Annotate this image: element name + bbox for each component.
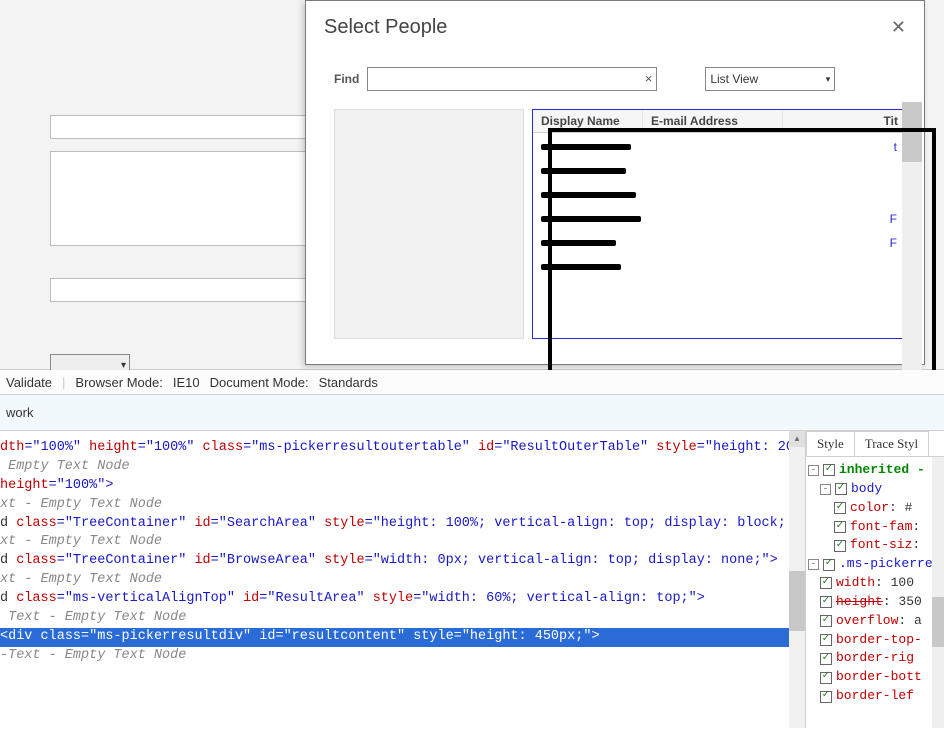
- results-table[interactable]: Display Name E-mail Address Tit t F F: [532, 109, 906, 339]
- redacted-name: [541, 264, 621, 270]
- people-picker-dialog: Select People ✕ Find × List View ▾ Displ…: [305, 0, 925, 365]
- validate-button[interactable]: Validate: [6, 375, 52, 390]
- browser-mode-value[interactable]: IE10: [173, 375, 200, 390]
- find-row: Find × List View ▾: [334, 67, 906, 91]
- dialog-header: Select People ✕: [306, 1, 924, 47]
- scroll-up-icon[interactable]: ▴: [789, 431, 805, 447]
- dialog-title: Select People: [324, 16, 447, 39]
- style-tree[interactable]: -✓inherited - b-✓body✓color: #✓font-fam:…: [806, 457, 944, 710]
- table-header: Display Name E-mail Address Tit: [533, 110, 905, 133]
- doc-mode-label: Document Mode:: [210, 375, 309, 390]
- devtools-subbar: work: [0, 395, 944, 431]
- scroll-thumb[interactable]: [932, 597, 944, 647]
- redacted-name: [541, 168, 626, 174]
- doc-mode-value[interactable]: Standards: [319, 375, 378, 390]
- table-row[interactable]: F: [541, 231, 897, 255]
- col-title[interactable]: Tit: [783, 110, 905, 132]
- redacted-name: [541, 144, 631, 150]
- table-row[interactable]: [541, 159, 897, 183]
- find-input[interactable]: ×: [367, 67, 657, 91]
- tree-pane[interactable]: [334, 109, 524, 339]
- redacted-name: [541, 216, 641, 222]
- devtools-html-pane[interactable]: ▴ dth="100%" height="100%" class="ms-pic…: [0, 431, 805, 728]
- table-row[interactable]: t: [541, 135, 897, 159]
- scroll-thumb[interactable]: [902, 102, 922, 162]
- browser-mode-label: Browser Mode:: [75, 375, 162, 390]
- results-area: Display Name E-mail Address Tit t F F: [334, 109, 906, 339]
- redacted-name: [541, 192, 636, 198]
- chevron-down-icon: ▾: [826, 74, 831, 85]
- col-display-name[interactable]: Display Name: [533, 110, 643, 132]
- view-select-value: List View: [710, 72, 758, 86]
- tab-style[interactable]: Style: [806, 431, 855, 456]
- view-select[interactable]: List View ▾: [705, 67, 835, 91]
- html-scrollbar[interactable]: ▴: [789, 431, 805, 728]
- table-body: t F F: [533, 133, 905, 281]
- col-email[interactable]: E-mail Address: [643, 110, 783, 132]
- tab-trace[interactable]: Trace Styl: [854, 431, 929, 456]
- bg-form: ▾: [50, 115, 310, 376]
- clear-icon[interactable]: ×: [645, 71, 653, 86]
- table-row[interactable]: F: [541, 207, 897, 231]
- scroll-thumb[interactable]: [789, 571, 805, 631]
- table-row[interactable]: [541, 183, 897, 207]
- bg-textarea-1[interactable]: [50, 151, 310, 246]
- subtab-label[interactable]: work: [6, 405, 33, 420]
- devtools-toolbar: Validate | Browser Mode: IE10 Document M…: [0, 370, 944, 395]
- close-icon[interactable]: ✕: [891, 17, 906, 38]
- find-label: Find: [334, 72, 359, 86]
- bg-input-2[interactable]: [50, 278, 310, 302]
- dialog-scrollbar[interactable]: ▴: [902, 102, 922, 402]
- redacted-name: [541, 240, 616, 246]
- table-row[interactable]: [541, 255, 897, 279]
- style-scrollbar[interactable]: [932, 457, 944, 728]
- bg-input-1[interactable]: [50, 115, 310, 139]
- devtools-style-pane: Style Trace Styl -✓inherited - b-✓body✓c…: [805, 431, 944, 728]
- side-tabs: Style Trace Styl: [806, 431, 944, 457]
- chevron-down-icon: ▾: [121, 360, 126, 371]
